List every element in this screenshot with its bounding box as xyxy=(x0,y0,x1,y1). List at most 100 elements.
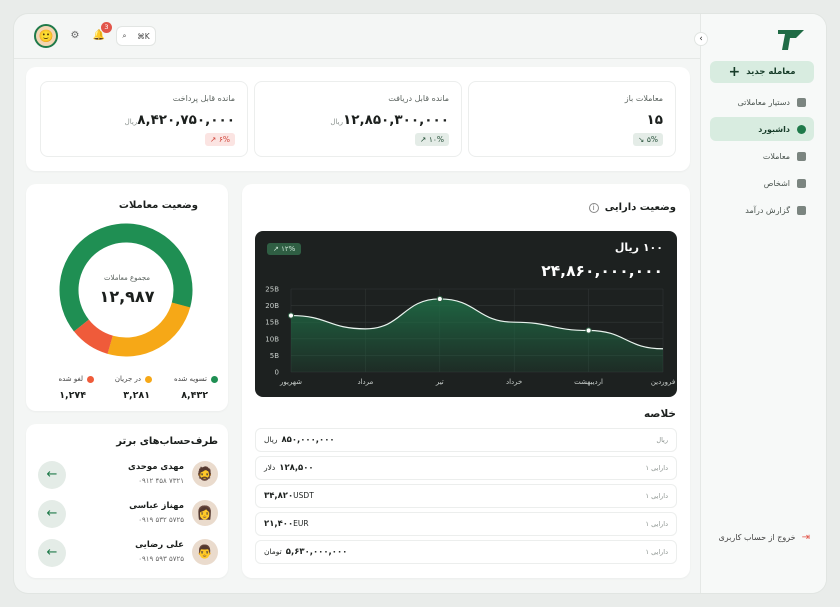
summary-row: ۱۲۸,۵۰۰دلار دارایی ۱ xyxy=(255,456,677,480)
deals-total-label: مجموع معاملات xyxy=(103,274,151,282)
pie-icon xyxy=(797,124,806,134)
account-item: ← 👩 مهناز عباسی ۰۹۱۹ ۵۳۲ ۵۷۲۵ xyxy=(38,497,218,531)
summary-currency: EUR xyxy=(293,519,309,528)
arrow-left-icon[interactable]: ← xyxy=(38,500,66,528)
y-tick-label: 0 xyxy=(275,369,279,377)
account-name: علی رضایی xyxy=(135,540,184,550)
asset-chart: ↗ ۱۲% ۱۰۰ ریال ۲۴,۸۶۰,۰۰۰,۰۰۰ 0 5B 10B 15B 2… xyxy=(255,231,677,397)
logo xyxy=(778,30,804,50)
robot-icon xyxy=(797,97,806,107)
y-tick-label: 15B xyxy=(265,319,279,327)
legend-label: لغو شده xyxy=(58,375,83,383)
info-icon[interactable]: i xyxy=(588,202,599,213)
stat-value: ۸,۴۲۰,۷۵۰,۰۰۰ریال xyxy=(119,112,235,128)
data-point xyxy=(287,312,295,319)
user-avatar[interactable]: 🙂 xyxy=(34,24,58,48)
logout-button[interactable]: خروج از حساب کاربری ⇥ xyxy=(718,532,810,543)
y-tick-label: 20B xyxy=(265,302,279,310)
sidebar-item-label: داشبورد xyxy=(758,124,790,134)
summary-tag: دارایی ۱ xyxy=(645,464,668,472)
collapse-sidebar-button[interactable]: ‹ xyxy=(694,32,708,46)
legend-settled: تسویه شده xyxy=(174,375,218,383)
summary-amount: ۱۲۸,۵۰۰دلار xyxy=(264,463,314,473)
new-deal-label: معامله جدید xyxy=(746,67,796,77)
deals-title: وضعیت معاملات xyxy=(118,200,198,211)
stat-change: ↗ ۶% xyxy=(205,133,235,146)
sidebar-item-assistant[interactable]: دستیار معاملاتی xyxy=(710,90,814,114)
y-tick-label: 25B xyxy=(265,286,279,294)
account-phone: ۰۹۱۹ ۵۹۳ ۵۷۲۵ xyxy=(138,555,184,563)
legend-dot xyxy=(211,375,218,383)
stat-title: مانده قابل دریافت xyxy=(388,94,449,103)
x-tick-label: شهریور xyxy=(279,378,302,386)
x-tick-label: مرداد xyxy=(358,378,374,386)
stats-card: معاملات باز ۱۵ ↘ ۵% مانده قابل دریافت ۱۲… xyxy=(26,67,690,171)
sidebar-item-dashboard[interactable]: داشبورد xyxy=(710,117,814,141)
x-tick-label: تیر xyxy=(435,378,444,386)
account-phone: ۰۹۱۲ ۴۵۸ ۷۳۲۱ xyxy=(138,477,184,485)
stat-unit: ریال xyxy=(124,118,138,126)
area-chart-svg: 0 5B 10B 15B 20B 25B فروردین اردیبهشت خرداد تیر مر… xyxy=(265,286,675,387)
summary-tag: ریال xyxy=(656,436,668,444)
report-icon xyxy=(797,205,806,215)
sidebar-item-report[interactable]: گزارش درآمد xyxy=(710,198,814,222)
stat-number: ۸,۴۲۰,۷۵۰,۰۰۰ xyxy=(137,112,235,128)
sidebar-item-label: اشخاص xyxy=(763,178,790,188)
top-accounts-card: طرف‌حساب‌های برتر ← 🧔 مهدی موحدی ۰۹۱۲ ۴۵… xyxy=(26,424,228,578)
deals-total: ۱۲,۹۸۷ xyxy=(99,287,155,306)
summary-amount: ۳۴,۸۲۰USDT xyxy=(264,491,318,501)
summary-amount: ۸۵۰,۰۰۰,۰۰۰ریال xyxy=(264,435,335,445)
legend-label: تسویه شده xyxy=(174,375,207,383)
stat-unit: ریال xyxy=(330,118,343,126)
new-deal-button[interactable]: + معامله جدید xyxy=(710,61,814,83)
stat-number: ۱۵ xyxy=(646,112,663,128)
stat-number: ۱۲,۸۵۰,۳۰۰,۰۰۰ xyxy=(342,112,449,128)
asset-title-text: وضعیت دارایی xyxy=(604,202,676,213)
summary-amount-value: ۳۴,۸۲۰ xyxy=(264,491,294,501)
stat-title: معاملات باز xyxy=(624,94,663,103)
account-phone: ۰۹۱۹ ۵۳۲ ۵۷۲۵ xyxy=(138,516,184,524)
summary-amount: ۲۱,۴۰۰EUR xyxy=(264,519,313,529)
gear-icon[interactable]: ⚙ xyxy=(68,29,82,43)
sidebar-item-deals[interactable]: معاملات xyxy=(710,144,814,168)
summary-title: خلاصه xyxy=(643,408,676,420)
summary-tag: دارایی ۱ xyxy=(645,520,668,528)
account-name: مهدی موحدی xyxy=(128,462,184,472)
x-tick-label: فروردین xyxy=(651,378,675,386)
topbar: 🙂 ⚙ 🔔 3 ⌕ ⌘K xyxy=(34,22,156,48)
avatar: 👨 xyxy=(192,539,218,565)
search-shortcut: ⌘K xyxy=(137,31,150,41)
stat-title: مانده قابل پرداخت xyxy=(172,94,235,103)
notification-badge: 3 xyxy=(101,22,112,33)
sidebar: ‹ + معامله جدید دستیار معاملاتی داشبورد … xyxy=(694,14,826,593)
summary-amount-value: ۱۲۸,۵۰۰ xyxy=(279,463,314,473)
sidebar-nav: دستیار معاملاتی داشبورد معاملات اشخاص گز… xyxy=(710,90,814,225)
summary-row: ۳۴,۸۲۰USDT دارایی ۱ xyxy=(255,484,677,508)
legend-dot xyxy=(87,375,94,383)
plus-icon: + xyxy=(728,64,741,80)
summary-currency: ریال xyxy=(264,435,278,444)
summary-amount-value: ۵,۶۳۰,۰۰۰,۰۰۰ xyxy=(285,547,348,557)
stat-open-deals: معاملات باز ۱۵ ↘ ۵% xyxy=(468,81,676,157)
arrow-left-icon[interactable]: ← xyxy=(38,539,66,567)
summary-row: ۵,۶۳۰,۰۰۰,۰۰۰تومان دارایی ۱ xyxy=(255,540,677,564)
sidebar-item-people[interactable]: اشخاص xyxy=(710,171,814,195)
legend-label: در جریان xyxy=(114,375,141,383)
stat-value: ۱۲,۸۵۰,۳۰۰,۰۰۰ریال xyxy=(324,112,449,128)
stat-receivable: مانده قابل دریافت ۱۲,۸۵۰,۳۰۰,۰۰۰ریال ↗ ۱… xyxy=(254,81,462,157)
y-tick-label: 5B xyxy=(270,352,279,360)
legend-cancelled: لغو شده xyxy=(58,375,94,383)
deals-status-card: وضعیت معاملات مجموع معاملات ۱۲,۹۸۷ تسویه… xyxy=(26,184,228,411)
asset-title: i وضعیت دارایی xyxy=(588,202,676,213)
arrow-left-icon[interactable]: ← xyxy=(38,461,66,489)
account-name: مهناز عباسی xyxy=(129,501,184,511)
bell-icon[interactable]: 🔔 3 xyxy=(92,22,112,43)
deals-icon xyxy=(797,151,806,161)
summary-currency: دلار xyxy=(264,463,276,472)
logout-icon: ⇥ xyxy=(801,532,810,543)
people-icon xyxy=(797,178,806,188)
data-point xyxy=(436,295,443,303)
summary-amount-value: ۲۱,۴۰۰ xyxy=(264,519,294,529)
search-button[interactable]: ⌕ ⌘K xyxy=(116,26,156,46)
y-tick-label: 10B xyxy=(265,335,279,343)
